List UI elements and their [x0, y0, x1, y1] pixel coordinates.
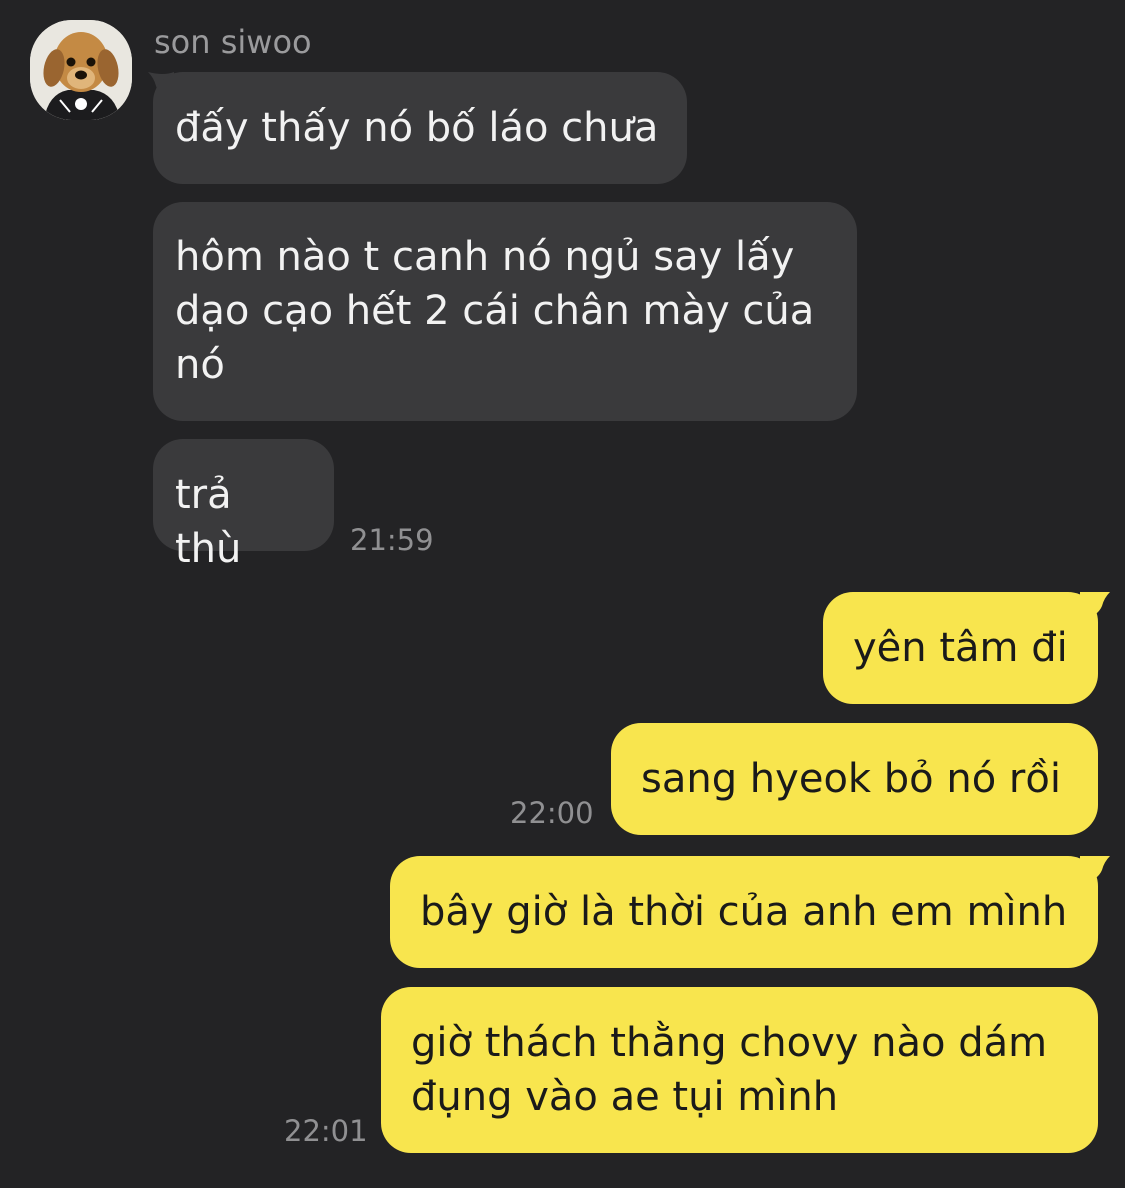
outgoing-message-1[interactable]: yên tâm đi	[823, 592, 1098, 704]
message-timestamp: 22:00	[510, 796, 594, 830]
puppy-avatar-icon	[30, 20, 132, 120]
message-timestamp: 21:59	[350, 523, 434, 557]
message-text: sang hyeok bỏ nó rồi	[641, 756, 1061, 802]
message-text: giờ thách thằng chovy nào dám đụng vào a…	[411, 1020, 1048, 1120]
contact-avatar[interactable]	[30, 20, 132, 120]
message-text: trả thù	[175, 472, 242, 572]
message-text: hôm nào t canh nó ngủ say lấy dạo cạo hế…	[175, 234, 815, 388]
message-text: đấy thấy nó bố láo chưa	[175, 105, 659, 151]
outgoing-message-3[interactable]: bây giờ là thời của anh em mình	[390, 856, 1098, 968]
contact-name: son siwoo	[154, 23, 312, 61]
outgoing-message-4[interactable]: giờ thách thằng chovy nào dám đụng vào a…	[381, 987, 1098, 1153]
message-timestamp: 22:01	[284, 1114, 368, 1148]
incoming-message-1[interactable]: đấy thấy nó bố láo chưa	[153, 72, 687, 184]
message-text: bây giờ là thời của anh em mình	[420, 889, 1068, 935]
incoming-message-2[interactable]: hôm nào t canh nó ngủ say lấy dạo cạo hế…	[153, 202, 857, 421]
incoming-message-3[interactable]: trả thù	[153, 439, 334, 572]
outgoing-message-2[interactable]: sang hyeok bỏ nó rồi	[611, 723, 1098, 835]
message-text: yên tâm đi	[853, 625, 1068, 671]
